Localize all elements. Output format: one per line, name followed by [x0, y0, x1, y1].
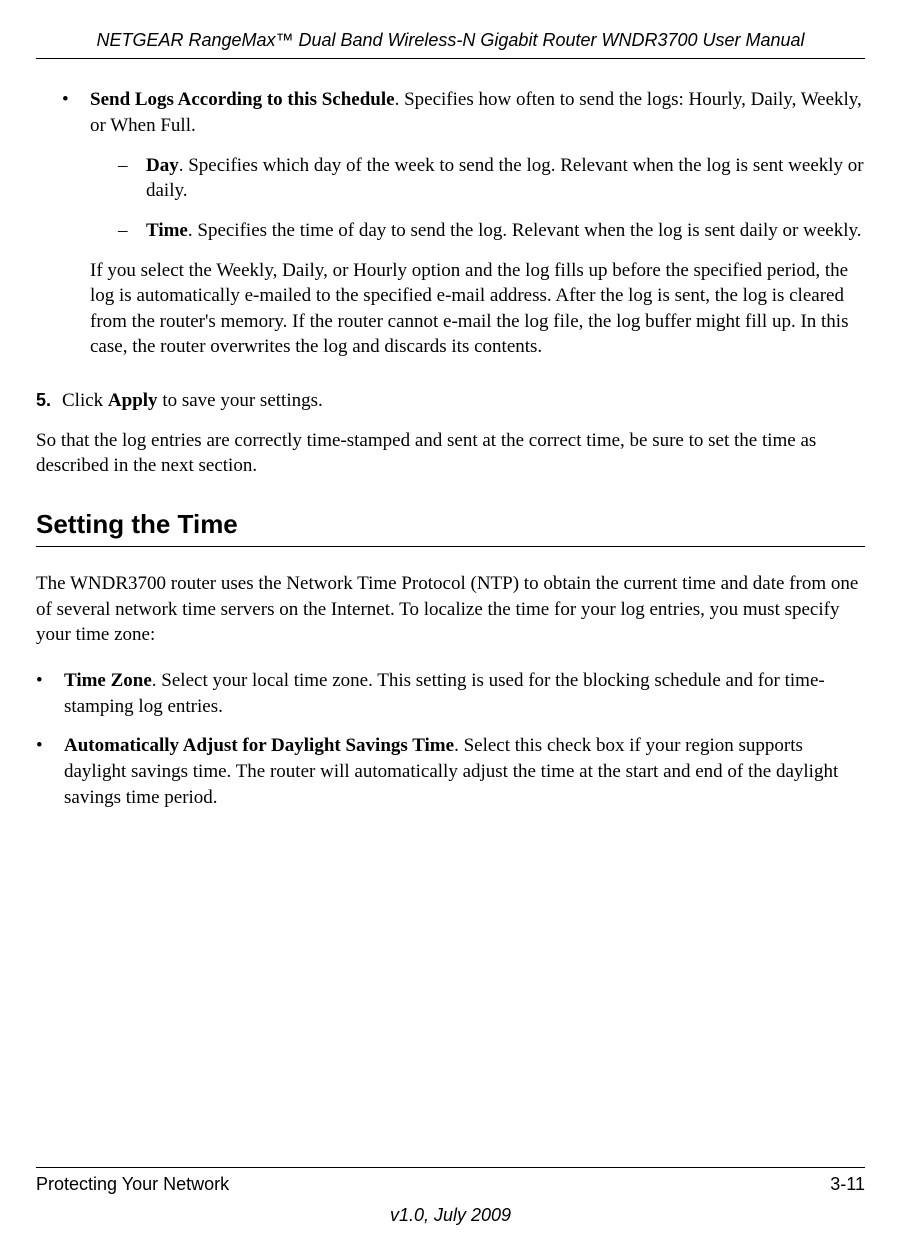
term-bold: Time Zone	[64, 670, 152, 691]
footer-page-number: 3-11	[830, 1172, 865, 1196]
footer-version: v1.0, July 2009	[36, 1203, 865, 1227]
dash-icon: –	[118, 218, 146, 244]
step-number: 5.	[36, 388, 62, 414]
term-bold: Automatically Adjust for Daylight Saving…	[64, 735, 454, 756]
section-heading: Setting the Time	[36, 507, 865, 547]
sub-list: – Day. Specifies which day of the week t…	[118, 153, 865, 244]
paragraph: The WNDR3700 router uses the Network Tim…	[36, 571, 865, 648]
term-bold: Send Logs According to this Schedule	[90, 89, 395, 110]
bullet-list: • Send Logs According to this Schedule . …	[62, 87, 865, 374]
sub-item-body: Day. Specifies which day of the week to …	[146, 153, 865, 204]
bullet-icon: •	[36, 668, 64, 719]
term-desc: . Specifies which day of the week to sen…	[146, 155, 864, 202]
page: NETGEAR RangeMax™ Dual Band Wireless-N G…	[0, 0, 901, 1247]
bullet-icon: •	[36, 733, 64, 810]
dash-icon: –	[118, 153, 146, 204]
paragraph: So that the log entries are correctly ti…	[36, 428, 865, 479]
step-body: Click Apply to save your settings.	[62, 388, 323, 414]
list-item: • Automatically Adjust for Daylight Savi…	[36, 733, 865, 810]
text: to save your settings.	[158, 390, 323, 411]
term-bold: Apply	[108, 390, 158, 411]
document-header: NETGEAR RangeMax™ Dual Band Wireless-N G…	[36, 28, 865, 59]
term-desc: . Specifies the time of day to send the …	[188, 220, 862, 241]
page-footer: Protecting Your Network 3-11 v1.0, July …	[36, 1167, 865, 1227]
list-item: • Time Zone. Select your local time zone…	[36, 668, 865, 719]
term-bold: Time	[146, 220, 188, 241]
footer-chapter: Protecting Your Network	[36, 1172, 229, 1196]
sub-list-item: – Day. Specifies which day of the week t…	[118, 153, 865, 204]
sub-list-item: – Time. Specifies the time of day to sen…	[118, 218, 865, 244]
term-bold: Day	[146, 155, 179, 176]
sub-item-body: Time. Specifies the time of day to send …	[146, 218, 862, 244]
numbered-step: 5. Click Apply to save your settings.	[36, 388, 865, 414]
term-desc: . Select your local time zone. This sett…	[64, 670, 825, 717]
list-item-body: Send Logs According to this Schedule . Sp…	[90, 87, 865, 374]
footer-line: Protecting Your Network 3-11	[36, 1167, 865, 1196]
list-item-body: Time Zone. Select your local time zone. …	[64, 668, 865, 719]
bullet-icon: •	[62, 87, 90, 374]
list-item-body: Automatically Adjust for Daylight Saving…	[64, 733, 865, 810]
paragraph: If you select the Weekly, Daily, or Hour…	[90, 258, 865, 361]
text: Click	[62, 390, 108, 411]
list-item: • Send Logs According to this Schedule . …	[62, 87, 865, 374]
